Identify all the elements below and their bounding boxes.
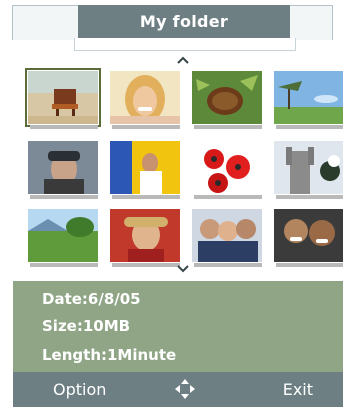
thumbnail-shadow [194,125,262,129]
thumbnail-landscape-tree[interactable] [273,70,343,129]
thumbnail-red-flowers[interactable] [191,140,263,199]
thumbnail-image [25,68,101,127]
option-softkey[interactable]: Option [53,380,106,399]
thumbnail-image [27,140,99,195]
thumbnail-image [273,208,343,263]
file-size: Size:10MB [42,317,131,335]
thumbnail-two-men-laughing[interactable] [273,208,343,267]
thumbnail-image [273,70,343,125]
page-title: My folder [78,5,290,38]
exit-softkey[interactable]: Exit [283,380,313,399]
chevron-up-icon[interactable] [175,54,191,66]
dpad-icon[interactable] [174,378,196,400]
thumbnail-man-in-cap[interactable] [27,140,99,199]
thumbnail-shadow [276,125,343,129]
softkey-bar: Option Exit [13,372,343,407]
thumbnail-image [27,208,99,263]
thumbnail-shadow [30,125,98,129]
title-tab-shadow [74,38,296,51]
thumbnail-shadow [194,263,262,267]
thumbnail-person-yellow-background[interactable] [109,140,181,199]
thumbnail-shadow [112,195,180,199]
thumbnail-shadow [112,125,180,129]
chevron-down-icon[interactable] [175,263,191,275]
thumbnail-image [191,70,263,125]
thumbnail-image [273,140,343,195]
thumbnail-woman-in-hat[interactable] [109,208,181,267]
thumbnail-image [191,208,263,263]
thumbnail-pinecone[interactable] [191,70,263,129]
thumbnail-image [109,208,181,263]
thumbnail-shadow [276,195,343,199]
thumbnail-countryside[interactable] [27,208,99,267]
file-date: Date:6/8/05 [42,290,141,308]
thumbnail-shadow [30,195,98,199]
thumbnail-beach-chair[interactable] [25,68,101,129]
thumbnail-shadow [30,263,98,267]
thumbnail-smiling-woman[interactable] [109,70,181,129]
thumbnail-group-of-friends[interactable] [191,208,263,267]
file-info-panel: Date:6/8/05 Size:10MB Length:1Minute [13,281,343,372]
phone-screen: My folder Date:6/8/05 Size:10MB Length:1… [0,0,343,407]
thumbnail-image [109,70,181,125]
thumbnail-gothic-building[interactable] [273,140,343,199]
file-length: Length:1Minute [42,346,177,364]
thumbnail-shadow [276,263,343,267]
thumbnail-shadow [194,195,262,199]
thumbnail-image [191,140,263,195]
thumbnail-image [109,140,181,195]
thumbnail-shadow [112,263,180,267]
